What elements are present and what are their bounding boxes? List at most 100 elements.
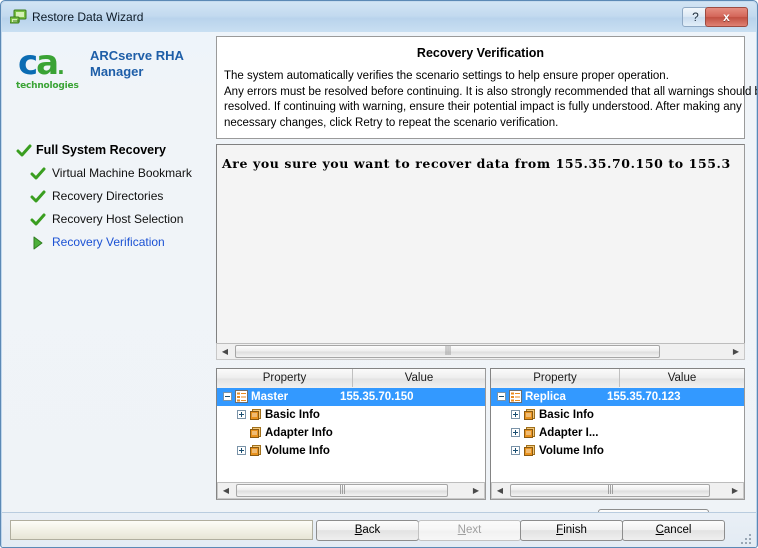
row-property-name: Master: [251, 391, 289, 403]
grip-icon: |||: [606, 485, 614, 495]
replica-table-horizontal-scrollbar[interactable]: ◀ ||| ▶: [491, 482, 744, 499]
resize-grip[interactable]: [741, 534, 753, 546]
scroll-track[interactable]: |||: [508, 483, 727, 498]
message-horizontal-scrollbar[interactable]: ◀ ||| ▶: [216, 343, 745, 360]
ca-logo-tagline: technologies: [16, 81, 79, 91]
grip-icon: |||: [444, 346, 451, 356]
window-title: Restore Data Wizard: [32, 10, 144, 24]
dialog-body: ca. technologies ARCserve RHA Manager Fu…: [2, 32, 758, 547]
table-body: Replica 155.35.70.123 Basic Info Adapter…: [491, 388, 744, 460]
check-icon: [30, 213, 46, 226]
description-line: resolved. If continuing with warning, en…: [224, 101, 742, 113]
finish-button[interactable]: Finish: [520, 520, 623, 541]
sidebar-item-recovery-verification[interactable]: Recovery Verification: [2, 232, 214, 255]
next-accel: N: [457, 524, 466, 536]
sidebar-item-label: Full System Recovery: [36, 143, 166, 157]
collapse-expander-icon[interactable]: [497, 392, 506, 401]
page-title: Recovery Verification: [416, 46, 545, 60]
column-header-value[interactable]: Value: [620, 369, 744, 387]
cancel-accel: C: [655, 524, 664, 536]
scroll-thumb[interactable]: |||: [510, 484, 710, 497]
scroll-track[interactable]: |||: [233, 344, 728, 359]
row-property-name: Replica: [525, 391, 566, 403]
sidebar-item-label: Recovery Host Selection: [52, 212, 184, 226]
replica-property-table: Property Value Replica 155.35.70.123 Bas…: [490, 368, 745, 500]
document-icon: [250, 445, 261, 456]
restore-data-wizard-window: Restore Data Wizard ? x ca. technologies…: [0, 0, 758, 548]
column-header-property[interactable]: Property: [491, 369, 620, 387]
expand-expander-icon[interactable]: [511, 428, 520, 437]
ca-logo-dot: .: [57, 55, 64, 79]
description-line: Any errors must be resolved before conti…: [224, 85, 758, 98]
ca-logo-a: a: [36, 43, 59, 83]
product-name: ARCserve RHA Manager: [90, 48, 184, 79]
expand-expander-icon[interactable]: [511, 446, 520, 455]
expand-expander-icon[interactable]: [511, 410, 520, 419]
check-icon: [30, 190, 46, 203]
row-property-name: Basic Info: [539, 409, 594, 421]
expand-expander-icon[interactable]: [237, 410, 246, 419]
expand-expander-icon[interactable]: [237, 446, 246, 455]
master-table-horizontal-scrollbar[interactable]: ◀ ||| ▶: [217, 482, 485, 499]
grip-icon: |||: [338, 485, 346, 495]
check-icon: [16, 144, 32, 157]
ca-arcserve-logo: ca. technologies ARCserve RHA Manager: [16, 46, 206, 102]
collapse-expander-icon[interactable]: [223, 392, 232, 401]
master-property-table: Property Value Master 155.35.70.150 Basi…: [216, 368, 486, 500]
scroll-left-icon[interactable]: ◀: [217, 344, 233, 359]
table-header: Property Value: [217, 369, 485, 389]
document-icon: [524, 427, 535, 438]
row-property-name: Volume Info: [265, 445, 330, 457]
table-row[interactable]: Replica 155.35.70.123: [491, 388, 744, 406]
sidebar-item-recovery-directories[interactable]: Recovery Directories: [2, 186, 214, 209]
column-header-value[interactable]: Value: [353, 369, 485, 387]
row-property-name: Adapter Info: [265, 427, 333, 439]
document-icon: [250, 427, 261, 438]
wizard-sidebar: ca. technologies ARCserve RHA Manager Fu…: [2, 32, 214, 512]
column-header-property[interactable]: Property: [217, 369, 353, 387]
table-row[interactable]: Volume Info: [491, 442, 744, 460]
sidebar-item-recovery-host-selection[interactable]: Recovery Host Selection: [2, 209, 214, 232]
finish-label: inish: [563, 524, 587, 536]
ca-logo-c: c: [18, 43, 38, 83]
scroll-right-icon[interactable]: ▶: [727, 483, 743, 498]
scroll-thumb[interactable]: |||: [235, 345, 660, 358]
table-row[interactable]: Volume Info: [217, 442, 485, 460]
table-row[interactable]: Basic Info: [491, 406, 744, 424]
table-row[interactable]: Adapter Info: [217, 424, 485, 442]
description-line: necessary changes, click Retry to repeat…: [224, 116, 559, 129]
scroll-track[interactable]: |||: [234, 483, 468, 498]
network-computer-icon: [10, 9, 27, 24]
cancel-label: ancel: [663, 524, 692, 536]
next-button: Next: [418, 520, 521, 541]
header-panel: Recovery Verification The system automat…: [216, 36, 758, 139]
scroll-left-icon[interactable]: ◀: [218, 483, 234, 498]
cancel-button[interactable]: Cancel: [622, 520, 725, 541]
wizard-content: Recovery Verification The system automat…: [215, 32, 758, 532]
verification-message-text: Are you sure you want to recover data fr…: [222, 156, 731, 171]
status-bar: [10, 520, 313, 540]
title-bar: Restore Data Wizard ? x: [2, 2, 756, 32]
document-icon: [250, 409, 261, 420]
list-icon: [509, 390, 522, 403]
close-button[interactable]: x: [705, 7, 748, 27]
scroll-thumb[interactable]: |||: [236, 484, 448, 497]
sidebar-item-virtual-machine-bookmark[interactable]: Virtual Machine Bookmark: [2, 163, 214, 186]
scroll-right-icon[interactable]: ▶: [728, 344, 744, 359]
table-body: Master 155.35.70.150 Basic Info Adapter …: [217, 388, 485, 460]
page-description: The system automatically verifies the sc…: [224, 69, 758, 131]
scroll-left-icon[interactable]: ◀: [492, 483, 508, 498]
table-row[interactable]: Basic Info: [217, 406, 485, 424]
sidebar-item-full-system-recovery[interactable]: Full System Recovery: [2, 140, 214, 163]
back-button[interactable]: Back: [316, 520, 419, 541]
table-row[interactable]: Master 155.35.70.150: [217, 388, 485, 406]
next-label: ext: [465, 524, 482, 536]
scroll-right-icon[interactable]: ▶: [468, 483, 484, 498]
ca-logo-mark: ca. technologies: [16, 46, 86, 96]
document-icon: [524, 409, 535, 420]
wizard-step-list: Full System Recovery Virtual Machine Boo…: [2, 140, 214, 255]
table-row[interactable]: Adapter I...: [491, 424, 744, 442]
row-property-name: Basic Info: [265, 409, 320, 421]
verification-message-panel: Are you sure you want to recover data fr…: [216, 144, 745, 344]
back-label: ack: [362, 524, 381, 536]
